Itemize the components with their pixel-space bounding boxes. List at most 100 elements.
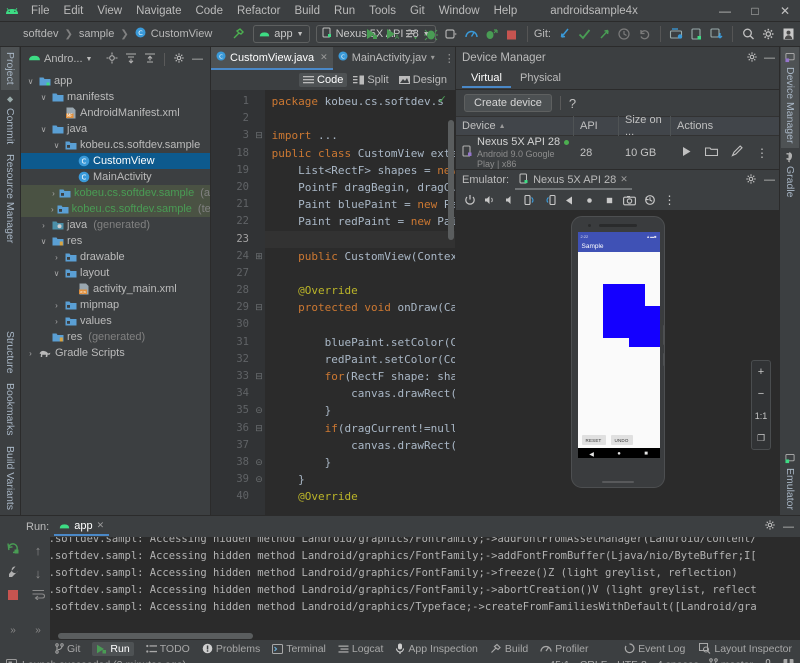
- expand-arrow-open-icon[interactable]: ∨: [51, 141, 62, 150]
- code-line[interactable]: [265, 265, 455, 282]
- tree-node-res[interactable]: ∨ res: [21, 233, 210, 249]
- help-icon[interactable]: ?: [569, 96, 576, 111]
- maximize-button[interactable]: □: [740, 0, 770, 22]
- line-separator[interactable]: CRLF: [580, 659, 607, 663]
- tool-tab-build-variants[interactable]: Build Variants: [1, 441, 19, 515]
- menu-item-edit[interactable]: Edit: [57, 0, 91, 22]
- scroll-down-icon[interactable]: ↓: [35, 566, 42, 581]
- git-revert-icon[interactable]: [635, 25, 654, 44]
- bottom-tab-profiler[interactable]: Profiler: [540, 643, 589, 655]
- bottom-tab-terminal[interactable]: Terminal: [272, 643, 326, 655]
- code-line[interactable]: redPaint.setColor(Col: [265, 351, 455, 368]
- editor-tab-customview[interactable]: C CustomView.java ✕: [211, 47, 333, 70]
- gradle-sync-icon[interactable]: [707, 25, 726, 44]
- menu-item-navigate[interactable]: Navigate: [129, 0, 188, 22]
- lock-icon[interactable]: [763, 658, 773, 663]
- bottom-tab-git[interactable]: Git: [55, 643, 80, 655]
- menu-item-run[interactable]: Run: [327, 0, 362, 22]
- emulator-stage[interactable]: 2:22 ▲▬■ Sample RESET UNDO ◀ ● ■ + − 1:1…: [456, 210, 779, 515]
- code-line[interactable]: public CustomView(Context: [265, 248, 455, 265]
- debug-button[interactable]: [422, 25, 441, 44]
- bottom-tab-app-inspection[interactable]: App Inspection: [395, 643, 478, 655]
- menu-item-build[interactable]: Build: [287, 0, 327, 22]
- expand-arrow-closed-icon[interactable]: ›: [51, 189, 56, 198]
- column-device[interactable]: Device ▲: [456, 116, 574, 136]
- apply-changes-icon[interactable]: [482, 25, 501, 44]
- create-device-button[interactable]: Create device: [464, 94, 552, 112]
- device-manager-hide-icon[interactable]: —: [764, 52, 775, 64]
- tree-node-layout[interactable]: ∨ layout: [21, 265, 210, 281]
- project-settings-gear-icon[interactable]: [171, 52, 187, 67]
- tree-node-values[interactable]: › values: [21, 313, 210, 329]
- expand-arrow-open-icon[interactable]: ∨: [38, 237, 49, 246]
- git-history-icon[interactable]: [615, 25, 634, 44]
- zoom-fit-button[interactable]: ❐: [751, 427, 771, 449]
- code-line[interactable]: public class CustomView exten: [265, 145, 455, 162]
- tool-tab-resource-manager[interactable]: Resource Manager: [1, 149, 19, 248]
- device-more-options-icon[interactable]: ⋮: [756, 146, 768, 160]
- menu-item-git[interactable]: Git: [403, 0, 432, 22]
- emulator-device-tab[interactable]: Nexus 5X API 28 ✕: [515, 171, 632, 190]
- profiler-icon[interactable]: [462, 25, 481, 44]
- run-button[interactable]: [362, 25, 381, 44]
- expand-console-actions-icon[interactable]: »: [35, 625, 41, 640]
- tool-tab-bookmarks[interactable]: Bookmarks: [1, 378, 19, 441]
- soft-wrap-icon[interactable]: [32, 589, 45, 603]
- expand-arrow-open-icon[interactable]: ∨: [25, 77, 36, 86]
- device-edit-pencil-icon[interactable]: [731, 145, 743, 160]
- code-line[interactable]: }: [265, 402, 455, 419]
- nav-back-icon[interactable]: ◀: [589, 451, 594, 458]
- code-line[interactable]: PointF dragBegin, dragCur: [265, 179, 455, 196]
- tree-node-res[interactable]: res (generated): [21, 329, 210, 345]
- code-fold-toggle[interactable]: ⊟: [253, 368, 265, 385]
- undo-button[interactable]: UNDO: [610, 435, 633, 445]
- device-folder-icon[interactable]: [704, 146, 719, 160]
- expand-arrow-open-icon[interactable]: ∨: [38, 93, 49, 102]
- git-commit-icon[interactable]: [575, 25, 594, 44]
- run-tab-app[interactable]: app ✕: [54, 518, 110, 536]
- reset-button[interactable]: RESET: [581, 435, 606, 445]
- volume-up-icon[interactable]: [483, 194, 496, 207]
- bottom-tab-todo[interactable]: TODO: [145, 643, 190, 655]
- menu-item-file[interactable]: File: [24, 0, 57, 22]
- column-api[interactable]: API: [574, 116, 619, 136]
- tree-node-mipmap[interactable]: › mipmap: [21, 297, 210, 313]
- tool-tab-commit[interactable]: ◆ Commit: [1, 90, 19, 149]
- build-hammer-icon[interactable]: [228, 25, 247, 44]
- expand-arrow-open-icon[interactable]: ∨: [51, 269, 62, 278]
- mode-design[interactable]: Design: [395, 73, 451, 87]
- code-fold-toggle[interactable]: ⊝: [253, 471, 265, 488]
- tree-node-kobeu-cs-softdev-sample[interactable]: › kobeu.cs.softdev.sample (te: [21, 201, 210, 217]
- tool-tab-structure[interactable]: Structure: [1, 326, 19, 379]
- expand-arrow-closed-icon[interactable]: ›: [38, 221, 49, 230]
- chevron-down-icon[interactable]: ▾: [431, 53, 435, 62]
- code-line[interactable]: Paint bluePaint = new Pai: [265, 196, 455, 213]
- home-nav-icon[interactable]: [583, 194, 596, 207]
- tree-node-activity-main-xml[interactable]: <> activity_main.xml: [21, 281, 210, 297]
- code-fold-toggle[interactable]: ⊟: [253, 127, 265, 144]
- overview-nav-icon[interactable]: [603, 194, 616, 207]
- expand-arrow-closed-icon[interactable]: ›: [51, 253, 62, 262]
- code-line[interactable]: [265, 316, 455, 333]
- run-with-profiler-button[interactable]: [402, 25, 421, 44]
- code-fold-toggle[interactable]: ⊝: [253, 402, 265, 419]
- tree-node-kobeu-cs-softdev-sample[interactable]: › kobeu.cs.softdev.sample (a: [21, 185, 210, 201]
- tab-physical[interactable]: Physical: [511, 70, 570, 88]
- tree-node-androidmanifest-xml[interactable]: MF AndroidManifest.xml: [21, 105, 210, 121]
- code-line[interactable]: canvas.drawRect(s: [265, 385, 455, 402]
- bottom-tab-problems[interactable]: Problems: [202, 643, 260, 655]
- fold-gutter[interactable]: ⊟ ⊞ ⊟ ⊟ ⊝ ⊟ ⊝ ⊝: [253, 90, 265, 515]
- custom-view-canvas[interactable]: [577, 252, 660, 432]
- expand-arrow-closed-icon[interactable]: ›: [51, 317, 62, 326]
- stop-icon[interactable]: [7, 589, 19, 604]
- emulator-hide-icon[interactable]: —: [764, 174, 775, 186]
- run-console-output[interactable]: W/.softdev.sampl: Accessing hidden metho…: [50, 537, 800, 640]
- tool-tab-project[interactable]: Project: [1, 47, 19, 90]
- tree-node-app[interactable]: ∨ app: [21, 73, 210, 89]
- editor-vertical-scrollbar[interactable]: [448, 120, 454, 240]
- tree-node-mainactivity[interactable]: C MainActivity: [21, 169, 210, 185]
- bottom-tab-build[interactable]: Build: [490, 643, 528, 655]
- device-launch-icon[interactable]: [681, 146, 692, 160]
- tool-tab-emulator[interactable]: Emulator: [781, 449, 799, 515]
- volume-down-icon[interactable]: [503, 194, 516, 207]
